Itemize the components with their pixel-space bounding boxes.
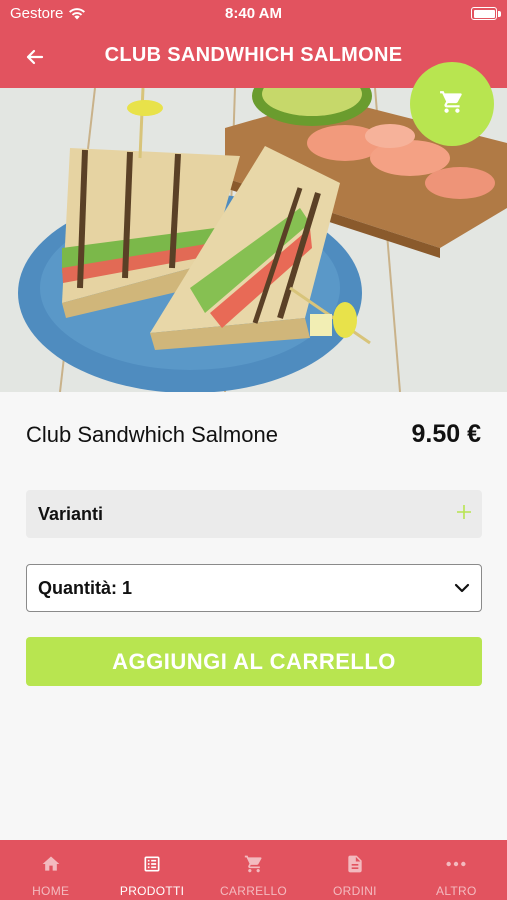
list-icon: [142, 854, 162, 879]
variants-label: Varianti: [38, 504, 104, 524]
tab-prodotti[interactable]: PRODOTTI: [101, 840, 202, 900]
tab-label: PRODOTTI: [119, 884, 185, 898]
clock: 8:40 AM: [225, 5, 282, 22]
cart-button[interactable]: [410, 62, 494, 146]
chevron-down-icon: [453, 579, 471, 602]
back-arrow-icon[interactable]: [20, 42, 50, 72]
cart-icon: [439, 89, 465, 120]
product-price: 9.50 €: [411, 420, 481, 448]
cart-icon: [244, 854, 264, 879]
document-icon: [345, 854, 365, 879]
tab-carrello[interactable]: CARRELLO: [203, 840, 304, 900]
tab-label: HOME: [32, 884, 70, 898]
tab-ordini[interactable]: ORDINI: [304, 840, 405, 900]
page-title: CLUB SANDWHICH SALMONE: [104, 44, 403, 66]
product-name: Club Sandwhich Salmone: [26, 422, 278, 447]
tab-label: CARRELLO: [219, 884, 288, 898]
variants-selector[interactable]: Varianti: [26, 490, 482, 538]
plus-icon: [456, 502, 472, 524]
tab-label: ORDINI: [333, 884, 377, 898]
tab-altro[interactable]: ALTRO: [406, 840, 507, 900]
bottom-tab-bar: HOME PRODOTTI CARRELLO ORDINI ALTRO: [0, 840, 507, 900]
tab-label: ALTRO: [436, 884, 477, 898]
more-icon: [445, 854, 467, 879]
add-to-cart-button[interactable]: AGGIUNGI AL CARRELLO: [26, 637, 482, 686]
quantity-label: Quantità: 1: [38, 578, 133, 598]
battery-icon: [471, 7, 497, 20]
product-details: Club Sandwhich Salmone 9.50 € Varianti Q…: [0, 392, 507, 840]
quantity-select[interactable]: Quantità: 1: [26, 564, 482, 612]
status-bar: Gestore 8:40 AM: [0, 0, 507, 28]
tab-home[interactable]: HOME: [0, 840, 101, 900]
home-icon: [41, 854, 61, 879]
